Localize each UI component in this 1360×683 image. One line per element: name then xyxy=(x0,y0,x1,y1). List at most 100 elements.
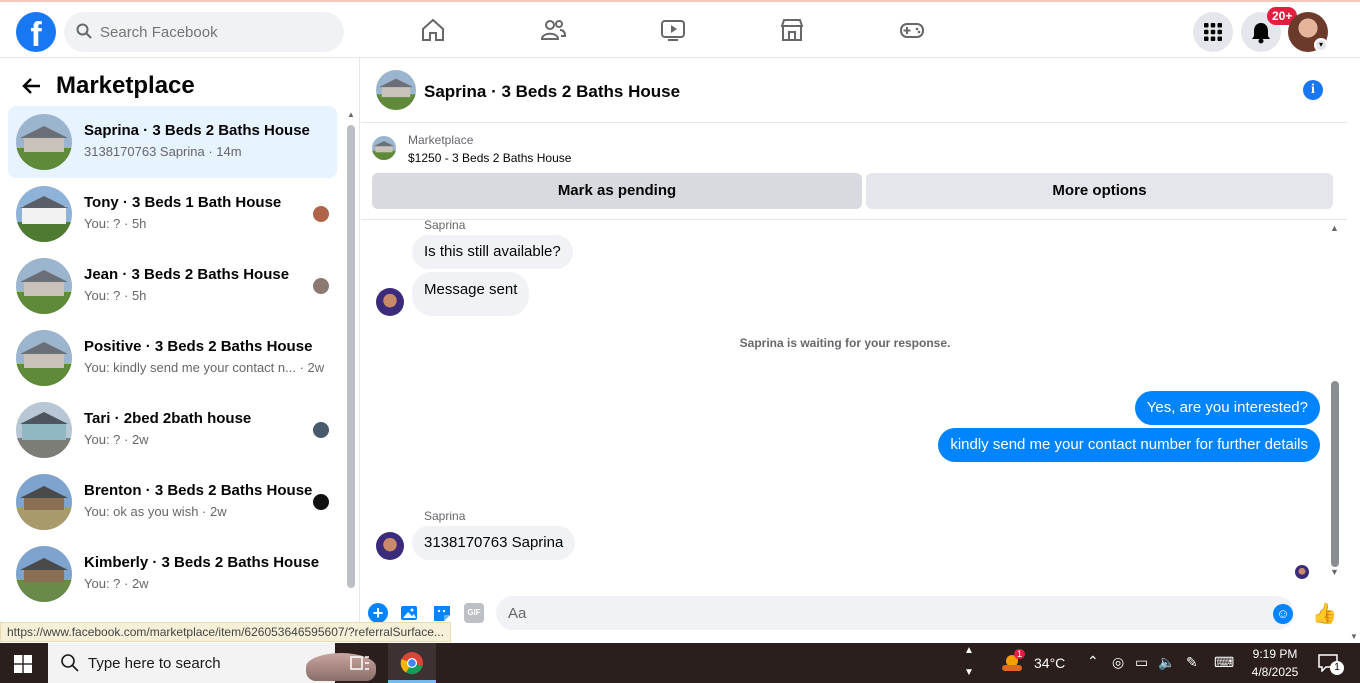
scroll-down-arrow[interactable]: ▼ xyxy=(1330,567,1339,577)
search-bar[interactable] xyxy=(64,12,344,52)
listing-thumbnail xyxy=(16,186,72,242)
conversation-preview: You: ok as you wish · 2w xyxy=(84,504,227,519)
listing-thumbnail xyxy=(16,474,72,530)
more-options-button[interactable]: More options xyxy=(866,173,1333,209)
facebook-logo[interactable]: f xyxy=(16,12,56,52)
conversation-title: Brenton · 3 Beds 2 Baths House xyxy=(84,482,313,499)
home-icon[interactable] xyxy=(419,16,447,44)
listing-source: Marketplace xyxy=(408,133,474,147)
conversation-item[interactable]: Positive · 3 Beds 2 Baths House You: kin… xyxy=(8,322,337,394)
scroll-up-arrow[interactable]: ▲ xyxy=(1330,223,1339,233)
conversation-item[interactable]: Tony · 3 Beds 1 Bath House You: ? · 5h xyxy=(8,178,337,250)
waiting-notice: Saprina is waiting for your response. xyxy=(739,336,951,350)
sender-avatar[interactable] xyxy=(376,288,404,316)
conversation-item[interactable]: Jean · 3 Beds 2 Baths House You: ? · 5h xyxy=(8,250,337,322)
incoming-message[interactable]: Is this still available? xyxy=(412,235,573,269)
outgoing-message[interactable]: Yes, are you interested? xyxy=(1134,391,1320,425)
temperature[interactable]: 34°C xyxy=(1034,655,1065,671)
photo-icon[interactable] xyxy=(400,603,420,623)
listing-price-title[interactable]: $1250 - 3 Beds 2 Baths House xyxy=(408,151,571,165)
sidebar-scrollbar[interactable] xyxy=(347,125,355,588)
volume-icon[interactable]: 🔈 xyxy=(1158,654,1175,671)
seen-avatar xyxy=(1295,565,1309,579)
pen-icon[interactable]: ✎ xyxy=(1186,654,1198,671)
menu-button[interactable] xyxy=(1193,12,1233,52)
page-scrollbar[interactable]: ▼ xyxy=(1347,58,1360,643)
incoming-message[interactable]: Message sent xyxy=(412,272,530,316)
sticker-icon[interactable] xyxy=(432,603,452,623)
conversation-preview: You: kindly send me your contact n... · … xyxy=(84,360,325,375)
windows-taskbar: Type here to search ▲ ▼ 1 34°C ⌃ ◎ ▭ 🔈 ✎… xyxy=(0,643,1360,683)
conversation-preview: You: ? · 2w xyxy=(84,432,149,447)
scroll-up-arrow[interactable]: ▲ xyxy=(347,110,355,119)
chrome-icon xyxy=(400,652,423,675)
gif-icon[interactable]: GIF xyxy=(464,603,484,623)
chevron-down-icon[interactable]: ▾ xyxy=(1314,38,1328,52)
seen-avatar xyxy=(313,494,329,510)
search-icon xyxy=(61,654,79,672)
top-navigation-bar: f 20+ ▾ xyxy=(0,0,1360,58)
gaming-icon[interactable] xyxy=(898,16,926,44)
search-icon xyxy=(76,23,92,39)
chevron-up-icon[interactable]: ⌃ xyxy=(1087,653,1099,670)
conversation-preview: 3138170763 Saprina · 14m xyxy=(84,144,242,159)
marketplace-inbox-sidebar: Marketplace Saprina · 3 Beds 2 Baths Hou… xyxy=(0,58,360,643)
chat-scrollbar[interactable] xyxy=(1331,381,1339,567)
tray-overflow-down[interactable]: ▼ xyxy=(964,667,974,678)
tray-overflow-up[interactable]: ▲ xyxy=(964,645,974,656)
message-composer: + GIF ☺ 👍 xyxy=(361,589,1347,643)
info-icon[interactable]: i xyxy=(1303,80,1323,100)
mark-as-pending-button[interactable]: Mark as pending xyxy=(372,173,862,209)
emoji-icon[interactable]: ☺ xyxy=(1273,604,1293,624)
conversation-title: Kimberly · 3 Beds 2 Baths House xyxy=(84,554,320,571)
conversation-title: Tony · 3 Beds 1 Bath House xyxy=(84,194,282,211)
incoming-message[interactable]: 3138170763 Saprina xyxy=(412,526,576,560)
conversation-title: Jean · 3 Beds 2 Baths House xyxy=(84,266,290,283)
conversation-item[interactable]: Tari · 2bed 2bath house You: ? · 2w xyxy=(8,394,337,466)
task-view-icon[interactable] xyxy=(348,651,372,675)
taskbar-search-placeholder: Type here to search xyxy=(88,655,221,672)
video-icon[interactable] xyxy=(659,16,687,44)
conversation-item[interactable]: Kimberly · 3 Beds 2 Baths House You: ? ·… xyxy=(8,538,337,610)
chat-panel: Saprina · 3 Beds 2 Baths House i Marketp… xyxy=(361,58,1347,643)
conversation-preview: You: ? · 5h xyxy=(84,216,147,231)
listing-thumbnail xyxy=(16,114,72,170)
sender-avatar[interactable] xyxy=(376,532,404,560)
clock[interactable]: 9:19 PM 4/8/2025 xyxy=(1240,645,1310,681)
conversation-item[interactable]: Saprina · 3 Beds 2 Baths House 313817076… xyxy=(8,106,337,178)
network-icon[interactable]: ▭ xyxy=(1135,654,1148,671)
message-input-box[interactable] xyxy=(496,596,1294,630)
notification-count: 1 xyxy=(1330,661,1344,675)
conversation-title: Tari · 2bed 2bath house xyxy=(84,410,252,427)
meet-now-icon[interactable]: ◎ xyxy=(1112,654,1124,671)
listing-banner: Marketplace $1250 - 3 Beds 2 Baths House… xyxy=(361,124,1347,220)
sender-name: Saprina xyxy=(424,218,466,232)
taskbar-search[interactable]: Type here to search xyxy=(48,643,376,683)
message-input[interactable] xyxy=(508,596,1248,630)
conversation-preview: You: ? · 5h xyxy=(84,288,147,303)
keyboard-icon[interactable]: ⌨ xyxy=(1214,654,1234,671)
chrome-taskbar-button[interactable] xyxy=(388,643,436,683)
clock-date: 4/8/2025 xyxy=(1251,665,1299,679)
outgoing-message[interactable]: kindly send me your contact number for f… xyxy=(938,428,1320,462)
listing-thumbnail xyxy=(16,330,72,386)
seen-avatar xyxy=(313,206,329,222)
conversation-preview: You: ? · 2w xyxy=(84,576,149,591)
search-input[interactable] xyxy=(100,12,330,52)
chat-title[interactable]: Saprina · 3 Beds 2 Baths House xyxy=(424,82,680,102)
listing-thumbnail[interactable] xyxy=(372,136,396,160)
scroll-down-arrow[interactable]: ▼ xyxy=(1350,632,1358,641)
seen-avatar xyxy=(313,278,329,294)
grid-icon xyxy=(1204,23,1222,41)
plus-icon[interactable]: + xyxy=(368,603,388,623)
windows-start-icon[interactable] xyxy=(14,655,32,673)
conversation-item[interactable]: Brenton · 3 Beds 2 Baths House You: ok a… xyxy=(8,466,337,538)
back-arrow-icon[interactable] xyxy=(22,76,42,96)
conversation-title: Saprina · 3 Beds 2 Baths House xyxy=(84,122,310,139)
conversation-title: Positive · 3 Beds 2 Baths House xyxy=(84,338,313,355)
marketplace-icon[interactable] xyxy=(778,16,806,44)
listing-thumbnail[interactable] xyxy=(376,70,416,110)
listing-thumbnail xyxy=(16,402,72,458)
thumbs-up-icon[interactable]: 👍 xyxy=(1312,601,1337,626)
friends-icon[interactable] xyxy=(539,16,567,44)
